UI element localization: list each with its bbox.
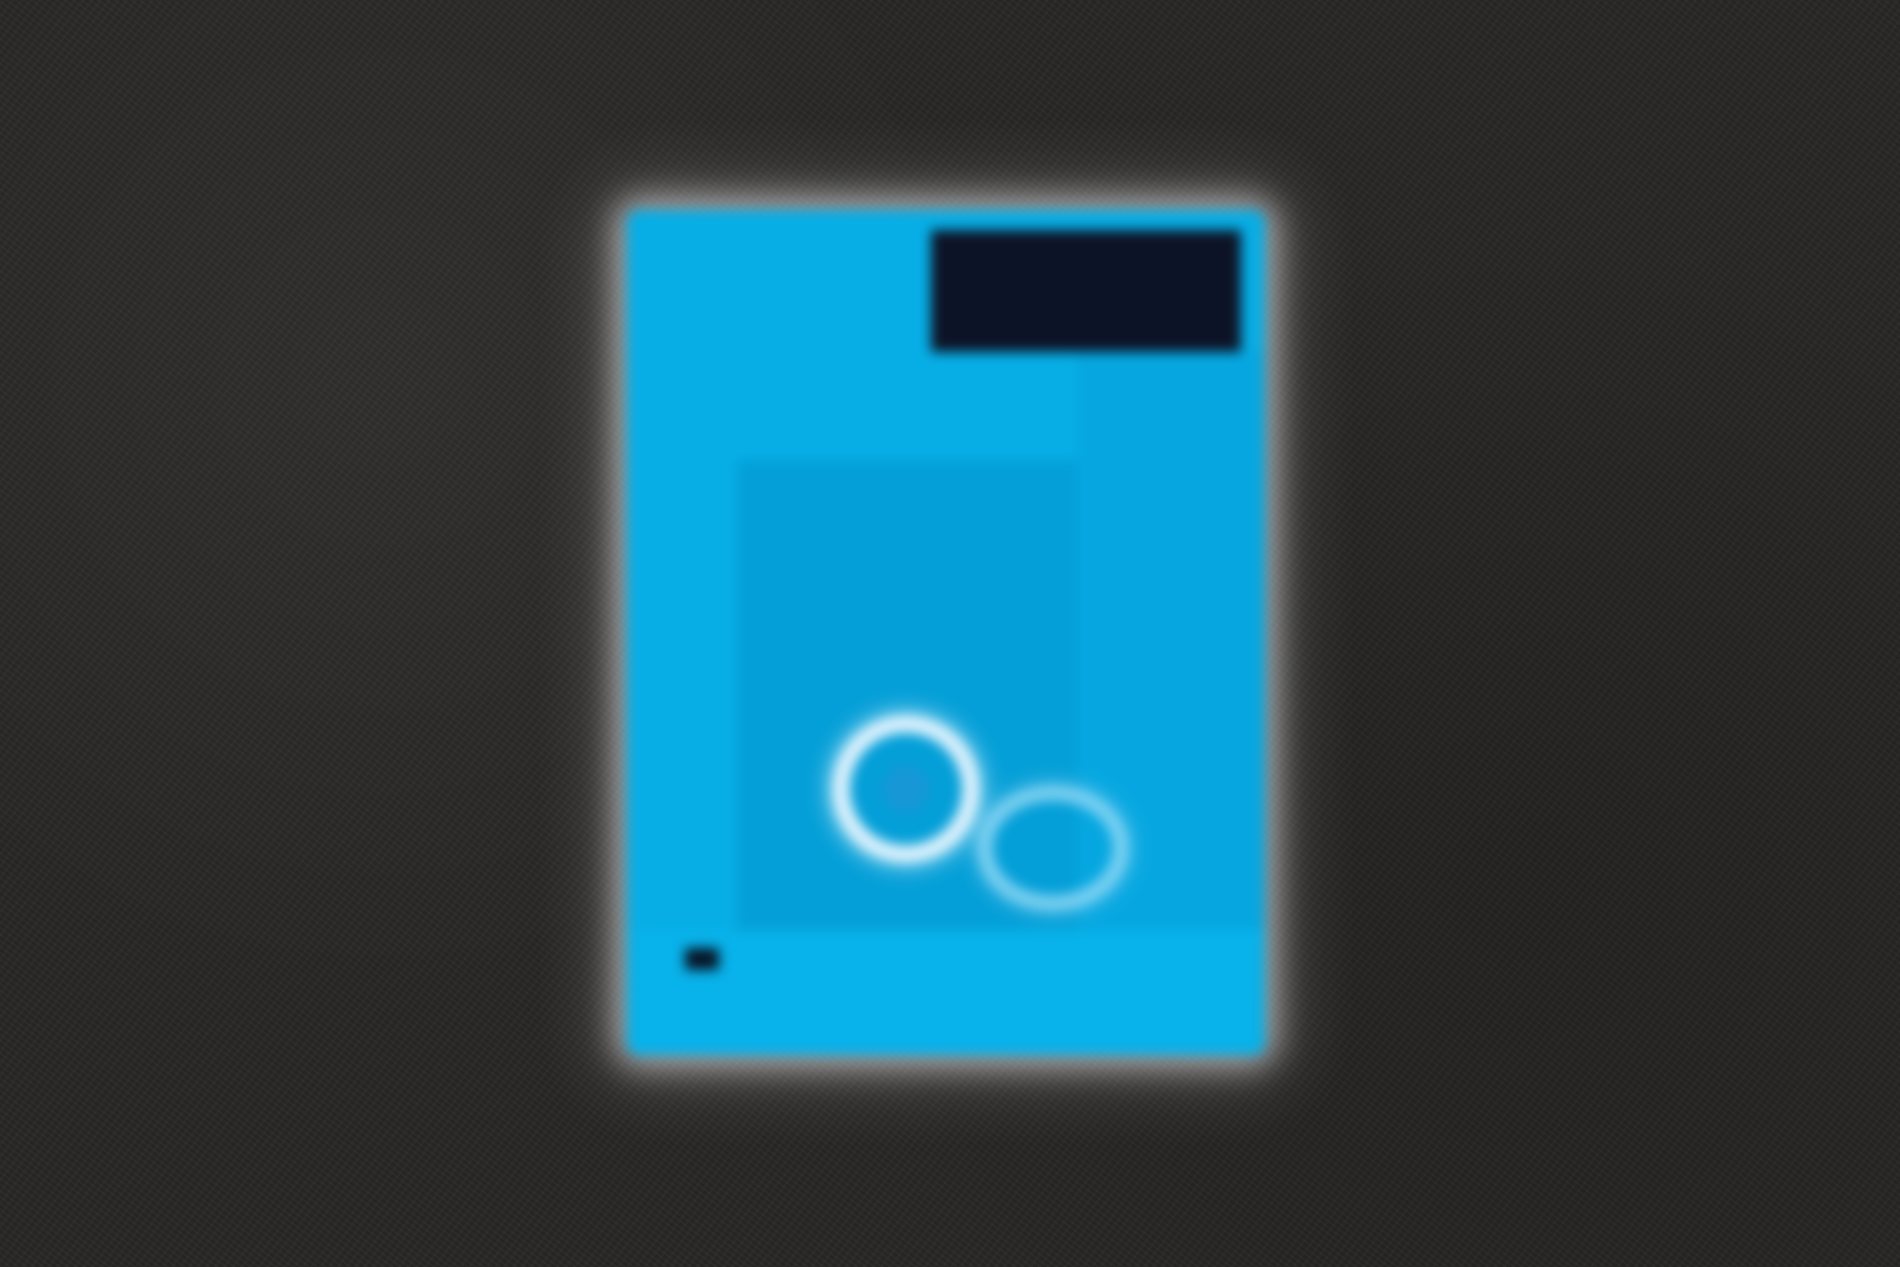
booklet-face	[627, 210, 1265, 1055]
ring-icon	[977, 785, 1129, 911]
logo	[685, 940, 815, 982]
ring-icon	[832, 715, 980, 863]
dark-label-box	[931, 230, 1241, 352]
booklet-cover	[627, 210, 1265, 1055]
logo-icon	[685, 948, 719, 970]
